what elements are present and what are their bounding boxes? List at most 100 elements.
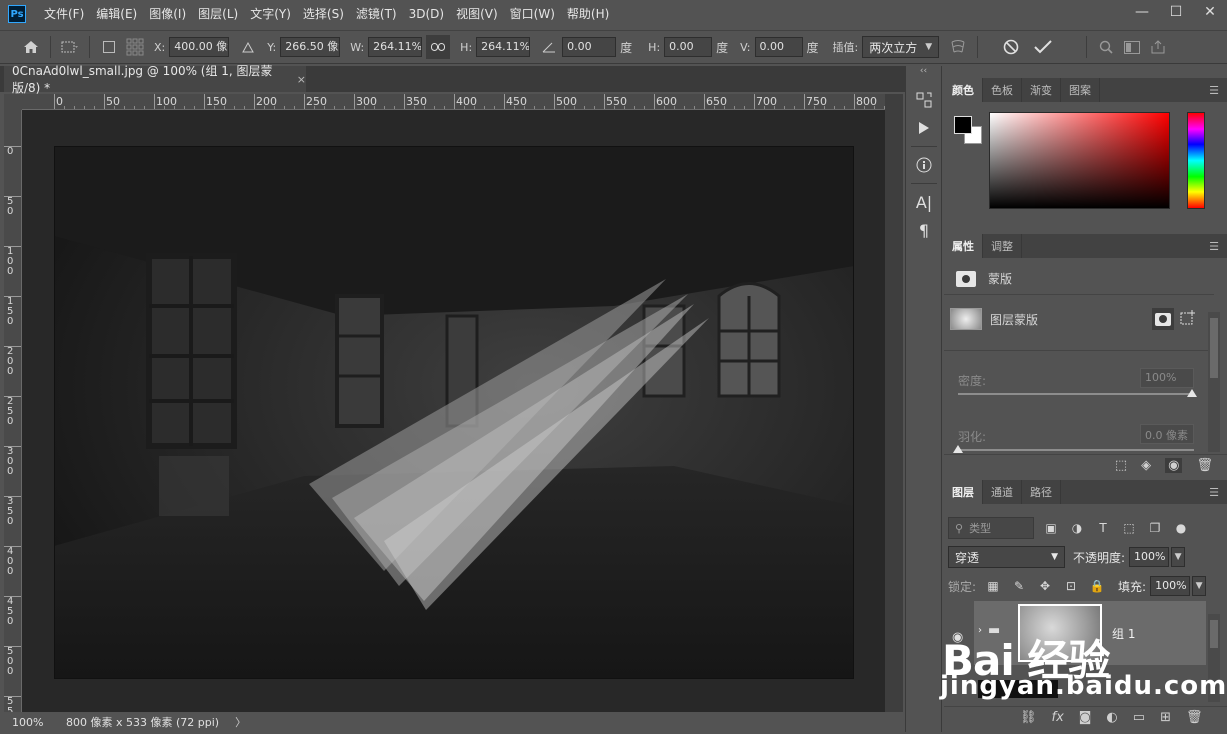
warp-icon[interactable] xyxy=(945,34,971,60)
width-field[interactable]: 264.11% xyxy=(368,37,423,57)
filter-pixel-icon[interactable]: ▣ xyxy=(1042,519,1060,537)
menu-type[interactable]: 文字(Y) xyxy=(244,0,297,28)
reference-point-checkbox[interactable] xyxy=(96,34,122,60)
opacity-dropdown-icon[interactable]: ▼ xyxy=(1171,547,1186,567)
menu-file[interactable]: 文件(F) xyxy=(38,0,90,28)
reference-point-grid-icon[interactable] xyxy=(122,34,148,60)
tab-color[interactable]: 颜色 xyxy=(944,78,983,102)
v-skew-field[interactable]: 0.00 xyxy=(754,37,803,57)
interpolation-select[interactable]: 两次立方 ▼ xyxy=(862,36,940,58)
layers-scrollbar[interactable] xyxy=(1208,614,1220,702)
info-icon[interactable] xyxy=(906,151,942,179)
hue-slider[interactable] xyxy=(1187,112,1205,209)
tab-swatches[interactable]: 色板 xyxy=(983,78,1022,102)
delete-layer-icon[interactable]: 🗑 xyxy=(1186,710,1203,725)
layer-mask-thumbnail[interactable] xyxy=(1018,604,1102,662)
play-actions-icon[interactable] xyxy=(906,114,942,142)
blend-mode-select[interactable]: 穿透 ▼ xyxy=(948,546,1065,568)
menu-select[interactable]: 选择(S) xyxy=(297,0,350,28)
scrollbar-thumb[interactable] xyxy=(1210,620,1218,648)
collapse-arrows-icon[interactable]: ‹‹ xyxy=(906,66,941,86)
fill-dropdown-icon[interactable]: ▼ xyxy=(1192,576,1207,596)
lock-artboard-icon[interactable]: ⊡ xyxy=(1062,577,1080,595)
link-layers-icon[interactable]: ⛓ xyxy=(1020,710,1037,725)
tab-layers[interactable]: 图层 xyxy=(944,480,983,504)
search-icon[interactable] xyxy=(1093,34,1119,60)
canvas-vertical-scrollbar[interactable] xyxy=(885,94,903,712)
expand-group-chevron-icon[interactable]: › xyxy=(978,625,982,636)
filter-type-icon[interactable]: T xyxy=(1094,519,1112,537)
menu-window[interactable]: 窗口(W) xyxy=(504,0,561,28)
maximize-button[interactable]: ☐ xyxy=(1159,0,1193,24)
lock-image-icon[interactable]: ✎ xyxy=(1010,577,1028,595)
y-position-field[interactable]: 266.50 像素 xyxy=(280,37,341,57)
feather-slider-knob[interactable] xyxy=(953,445,963,453)
color-picker-field[interactable] xyxy=(989,112,1170,209)
home-icon[interactable] xyxy=(18,34,44,60)
delta-icon[interactable] xyxy=(235,34,261,60)
foreground-color-swatch[interactable] xyxy=(954,116,972,134)
new-group-icon[interactable]: ▭ xyxy=(1133,710,1145,725)
canvas-area[interactable] xyxy=(22,110,885,712)
apply-mask-icon[interactable]: ◈ xyxy=(1141,458,1151,473)
filter-adjustment-icon[interactable]: ◑ xyxy=(1068,519,1086,537)
tab-adjustments[interactable]: 调整 xyxy=(983,234,1022,258)
layer-mask-row[interactable]: 图层蒙版 xyxy=(950,308,1038,330)
menu-layer[interactable]: 图层(L) xyxy=(192,0,244,28)
tab-paths[interactable]: 路径 xyxy=(1022,480,1061,504)
filter-smart-object-icon[interactable]: ❐ xyxy=(1146,519,1164,537)
workspace-icon[interactable] xyxy=(1119,34,1145,60)
cancel-transform-icon[interactable] xyxy=(998,34,1024,60)
lock-transparent-icon[interactable]: ▦ xyxy=(984,577,1002,595)
toggle-mask-visibility-icon[interactable]: ◉ xyxy=(1165,458,1183,473)
artwork-image[interactable] xyxy=(54,146,854,679)
close-tab-icon[interactable]: × xyxy=(297,73,306,86)
tab-properties[interactable]: 属性 xyxy=(944,234,983,258)
link-icon[interactable] xyxy=(426,35,451,59)
panel-menu-icon[interactable]: ☰ xyxy=(1209,84,1219,97)
document-tab[interactable]: 0CnaAd0lwl_small.jpg @ 100% (组 1, 图层蒙版/8… xyxy=(4,64,306,95)
filter-toggle-icon[interactable]: ● xyxy=(1172,519,1190,537)
panel-menu-icon[interactable]: ☰ xyxy=(1209,240,1219,253)
rotate-angle-field[interactable]: 0.00 xyxy=(562,37,617,57)
h-skew-field[interactable]: 0.00 xyxy=(664,37,713,57)
density-slider[interactable] xyxy=(958,393,1194,395)
select-pixel-mask-button[interactable] xyxy=(1152,308,1174,330)
menu-filter[interactable]: 滤镜(T) xyxy=(350,0,403,28)
add-mask-icon[interactable]: ◙ xyxy=(1079,710,1092,725)
status-menu-arrow-icon[interactable]: 〉 xyxy=(219,714,246,730)
properties-scrollbar[interactable] xyxy=(1208,312,1220,452)
density-field[interactable]: 100% xyxy=(1140,368,1194,388)
delete-mask-icon[interactable]: 🗑 xyxy=(1196,458,1213,473)
opacity-field[interactable]: 100% xyxy=(1129,547,1170,567)
transform-tool-icon[interactable] xyxy=(57,34,83,60)
fill-field[interactable]: 100% xyxy=(1150,576,1191,596)
x-position-field[interactable]: 400.00 像素 xyxy=(169,37,230,57)
minimize-button[interactable]: — xyxy=(1125,0,1159,24)
load-selection-icon[interactable]: ⬚ xyxy=(1115,458,1127,473)
filter-shape-icon[interactable]: ⬚ xyxy=(1120,519,1138,537)
feather-slider[interactable] xyxy=(958,449,1194,451)
paragraph-icon[interactable]: ¶ xyxy=(906,216,942,244)
menu-image[interactable]: 图像(I) xyxy=(143,0,192,28)
menu-help[interactable]: 帮助(H) xyxy=(561,0,615,28)
tab-gradients[interactable]: 渐变 xyxy=(1022,78,1061,102)
commit-transform-icon[interactable] xyxy=(1030,34,1056,60)
zoom-level[interactable]: 100% xyxy=(4,716,54,729)
new-layer-icon[interactable]: ⊞ xyxy=(1160,710,1171,725)
scrollbar-thumb[interactable] xyxy=(1210,318,1218,378)
panel-menu-icon[interactable]: ☰ xyxy=(1209,486,1219,499)
tab-patterns[interactable]: 图案 xyxy=(1061,78,1100,102)
lock-all-icon[interactable]: 🔒 xyxy=(1088,577,1106,595)
character-icon[interactable]: A| xyxy=(906,188,942,216)
height-field[interactable]: 264.11% xyxy=(476,37,531,57)
layer-filter-select[interactable]: ⚲ 类型 xyxy=(948,517,1034,539)
menu-edit[interactable]: 编辑(E) xyxy=(90,0,143,28)
layer-name[interactable]: 组 1 xyxy=(1112,625,1135,642)
tab-channels[interactable]: 通道 xyxy=(983,480,1022,504)
feather-field[interactable]: 0.0 像素 xyxy=(1140,424,1194,444)
close-window-button[interactable]: ✕ xyxy=(1193,0,1227,24)
history-icon[interactable] xyxy=(906,86,942,114)
new-adjustment-icon[interactable]: ◐ xyxy=(1106,710,1117,725)
lock-position-icon[interactable]: ✥ xyxy=(1036,577,1054,595)
